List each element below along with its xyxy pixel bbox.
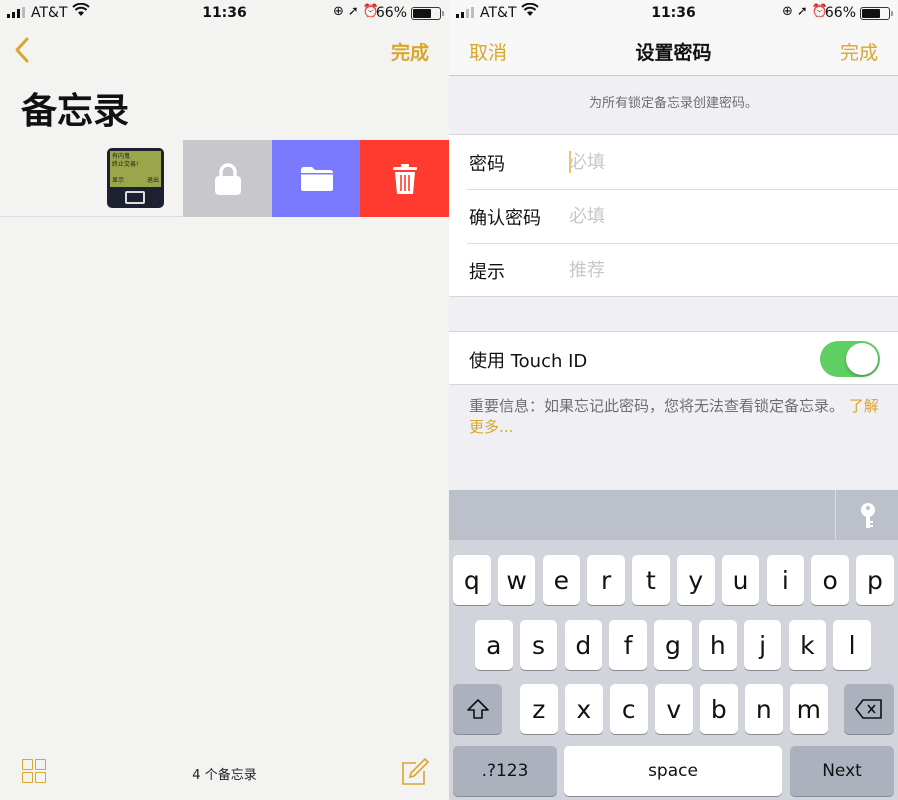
- folder-icon: [300, 166, 333, 191]
- key-y[interactable]: y: [677, 555, 715, 605]
- thumbnail-softkeys: 显示 退出: [112, 177, 159, 185]
- numbers-key[interactable]: .?123: [453, 746, 557, 796]
- lock-note-button[interactable]: [183, 140, 272, 217]
- key-i[interactable]: i: [766, 555, 805, 605]
- rotation-lock-icon: ⊕: [782, 4, 797, 19]
- key-b[interactable]: b: [700, 684, 738, 734]
- move-note-button[interactable]: [272, 140, 361, 217]
- battery-percent: 66%: [375, 5, 407, 21]
- note-thumbnail: 有内鬼 终止交易! 显示 退出: [107, 148, 164, 208]
- warning-text: 重要信息：如果忘记此密码，您将无法查看锁定备忘录。 了解更多...: [469, 396, 889, 438]
- hint-label: 提示: [469, 262, 505, 283]
- page-title: 设置密码: [635, 42, 712, 64]
- rotation-lock-icon: ⊕: [333, 4, 348, 19]
- set-password-screen: AT&T 11:36 ⊕➚⏰ 66% 取消 设置密码 完成 为所有锁定备忘录创建…: [449, 0, 898, 800]
- bottom-toolbar: 4 个备忘录: [0, 740, 449, 800]
- note-count: 4 个备忘录: [192, 768, 257, 783]
- next-key[interactable]: Next: [790, 746, 894, 796]
- divider: [835, 490, 836, 540]
- key-d[interactable]: d: [564, 620, 603, 670]
- key-v[interactable]: v: [655, 684, 693, 734]
- key-k[interactable]: k: [788, 620, 827, 670]
- keyboard-accessory-bar: [449, 490, 898, 540]
- touch-id-group: 使用 Touch ID: [449, 331, 898, 385]
- shift-icon: [466, 699, 489, 719]
- thumbnail-keypad: [125, 191, 145, 204]
- battery-icon: [860, 7, 893, 20]
- key-z[interactable]: z: [520, 684, 558, 734]
- password-hint-text: 为所有锁定备忘录创建密码。: [588, 96, 758, 111]
- key-o[interactable]: o: [811, 555, 849, 605]
- compose-button[interactable]: [401, 757, 430, 786]
- key-icon: [861, 503, 875, 528]
- backspace-icon: [855, 699, 882, 719]
- location-icon: ➚: [796, 4, 812, 19]
- thumbnail-text: 退出: [146, 177, 159, 184]
- battery-icon: [411, 7, 444, 20]
- thumbnail-text: 有内鬼: [112, 153, 131, 160]
- shift-key[interactable]: [453, 684, 502, 734]
- key-f[interactable]: f: [609, 620, 647, 670]
- key-u[interactable]: u: [721, 555, 760, 605]
- key-g[interactable]: g: [654, 620, 692, 670]
- confirm-password-input[interactable]: [569, 199, 869, 233]
- status-bar: AT&T 11:36 ⊕➚⏰ 66%: [0, 0, 449, 28]
- compose-icon: [402, 757, 430, 785]
- back-button[interactable]: [12, 36, 32, 64]
- status-bar: AT&T 11:36 ⊕➚⏰ 66%: [449, 0, 898, 28]
- password-form: 密码 确认密码 提示: [449, 134, 898, 297]
- key-r[interactable]: r: [587, 555, 625, 605]
- key-j[interactable]: j: [743, 620, 782, 670]
- notes-list-screen: AT&T 11:36 ⊕➚⏰ 66% 完成 备忘录 有内鬼 终止交易! 显示 退…: [0, 0, 449, 800]
- thumbnail-text: 终止交易!: [112, 161, 139, 168]
- done-button[interactable]: 完成: [840, 38, 878, 65]
- key-t[interactable]: t: [632, 555, 670, 605]
- space-key[interactable]: space: [564, 746, 782, 796]
- key-c[interactable]: c: [610, 684, 648, 734]
- page-title: 备忘录: [21, 91, 130, 132]
- location-icon: ➚: [347, 4, 363, 19]
- backspace-key[interactable]: [844, 684, 894, 734]
- thumbnail-screen: 有内鬼 终止交易! 显示 退出: [110, 151, 161, 187]
- key-p[interactable]: p: [856, 555, 894, 605]
- confirm-password-row: 确认密码: [449, 189, 898, 243]
- key-l[interactable]: l: [833, 620, 871, 670]
- trash-icon: [392, 163, 417, 194]
- key-n[interactable]: n: [745, 684, 783, 734]
- password-autofill-button[interactable]: [856, 502, 880, 530]
- battery-percent: 66%: [824, 5, 856, 21]
- chevron-left-icon: [15, 37, 29, 63]
- confirm-password-label: 确认密码: [469, 208, 541, 229]
- touch-id-row: 使用 Touch ID: [449, 332, 898, 386]
- lock-icon: [214, 162, 241, 195]
- password-label: 密码: [469, 154, 505, 175]
- key-e[interactable]: e: [542, 555, 581, 605]
- key-w[interactable]: w: [497, 555, 536, 605]
- keyboard: q w e r t y u i o p a s d f g h j k l z x c v b n m .?123 space Next: [449, 490, 898, 800]
- warning-message: 重要信息：如果忘记此密码，您将无法查看锁定备忘录。: [469, 397, 845, 415]
- hint-row: 提示: [449, 243, 898, 297]
- hint-input[interactable]: [569, 253, 869, 287]
- key-q[interactable]: q: [453, 555, 491, 605]
- note-list-item[interactable]: 有内鬼 终止交易! 显示 退出: [0, 140, 449, 217]
- text-cursor: [569, 151, 571, 173]
- password-row: 密码: [449, 135, 898, 189]
- delete-note-button[interactable]: [360, 140, 449, 217]
- thumbnail-text: 显示: [112, 177, 125, 184]
- touch-id-toggle[interactable]: [820, 341, 880, 377]
- key-m[interactable]: m: [790, 684, 828, 734]
- password-input[interactable]: [569, 145, 869, 179]
- key-a[interactable]: a: [475, 620, 513, 670]
- key-h[interactable]: h: [699, 620, 737, 670]
- key-s[interactable]: s: [519, 620, 558, 670]
- navigation-bar: 取消 设置密码 完成: [449, 28, 898, 76]
- key-x[interactable]: x: [565, 684, 603, 734]
- done-button[interactable]: 完成: [391, 38, 429, 65]
- touch-id-label: 使用 Touch ID: [469, 351, 588, 372]
